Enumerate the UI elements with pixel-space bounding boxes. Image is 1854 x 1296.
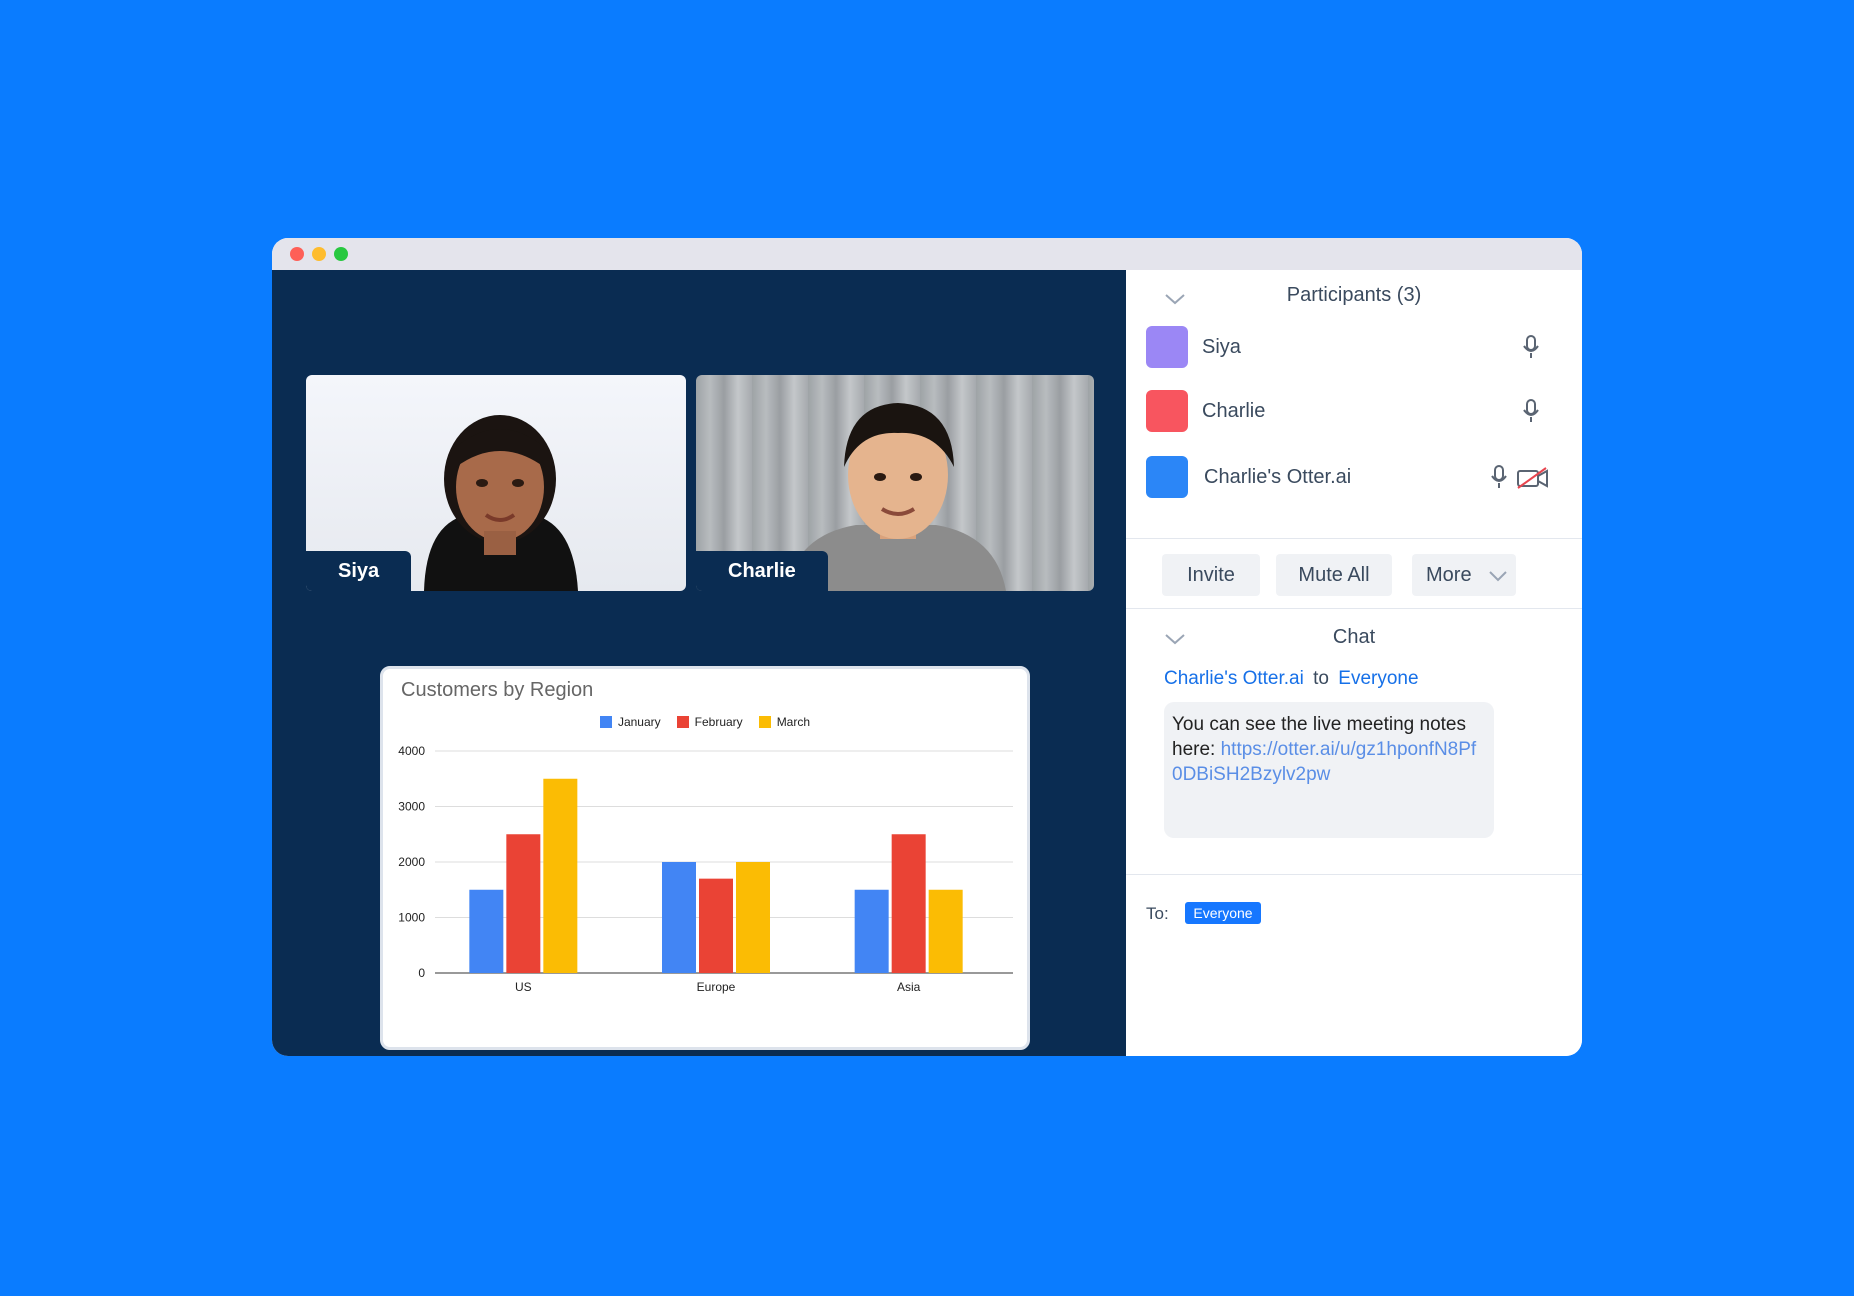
video-off-icon[interactable] bbox=[1516, 466, 1550, 490]
chat-title: Chat bbox=[1332, 626, 1376, 648]
chat-to-row: To: Everyone bbox=[1146, 902, 1261, 924]
chat-recipient-select[interactable]: Everyone bbox=[1185, 902, 1261, 924]
legend-item: February bbox=[676, 715, 743, 729]
bar-january-europe bbox=[662, 862, 696, 973]
participant-row[interactable]: Charlie's Otter.ai bbox=[1146, 456, 1556, 500]
divider bbox=[1126, 608, 1582, 609]
bar-january-us bbox=[469, 889, 504, 973]
participant-row[interactable]: Charlie bbox=[1146, 390, 1556, 434]
chat-to-word: to bbox=[1313, 668, 1329, 689]
minimize-window-button[interactable] bbox=[312, 247, 326, 261]
video-stage: Siya Charlie Customers by Region January… bbox=[272, 270, 1126, 1056]
y-tick-label: 3000 bbox=[398, 800, 425, 814]
chat-message: You can see the live meeting notes here:… bbox=[1164, 702, 1494, 838]
video-tile-charlie[interactable]: Charlie bbox=[696, 375, 1094, 591]
participant-name: Siya bbox=[1202, 336, 1241, 358]
video-tile-siya[interactable]: Siya bbox=[306, 375, 686, 591]
divider bbox=[1126, 538, 1582, 539]
video-tile-name: Charlie bbox=[696, 551, 828, 591]
bar-march-asia bbox=[928, 889, 963, 973]
chevron-down-icon bbox=[1489, 571, 1507, 582]
chat-to-label: To: bbox=[1146, 904, 1169, 923]
chat-recipient[interactable]: Everyone bbox=[1338, 668, 1418, 689]
legend-swatch bbox=[676, 716, 689, 728]
bar-february-asia bbox=[891, 834, 926, 973]
x-tick-label: Asia bbox=[897, 980, 921, 994]
more-label: More bbox=[1426, 564, 1472, 586]
maximize-window-button[interactable] bbox=[334, 247, 348, 261]
participants-title: Participants (3) bbox=[1286, 284, 1422, 306]
chart-legend: January February March bbox=[383, 715, 1027, 729]
more-button[interactable]: More bbox=[1412, 554, 1516, 596]
y-tick-label: 4000 bbox=[398, 744, 425, 758]
bar-march-europe bbox=[736, 862, 770, 973]
chart-title: Customers by Region bbox=[401, 679, 594, 701]
legend-label: March bbox=[776, 715, 811, 729]
avatar bbox=[1146, 326, 1188, 368]
mic-icon[interactable] bbox=[1490, 464, 1508, 490]
bar-march-us bbox=[543, 778, 578, 973]
legend-item: March bbox=[758, 715, 811, 729]
y-tick-label: 0 bbox=[418, 966, 425, 980]
y-tick-label: 2000 bbox=[398, 855, 425, 869]
invite-button[interactable]: Invite bbox=[1162, 554, 1260, 596]
participant-name: Charlie's Otter.ai bbox=[1204, 466, 1352, 488]
avatar bbox=[1146, 390, 1188, 432]
chat-sender[interactable]: Charlie's Otter.ai bbox=[1164, 668, 1304, 689]
mic-icon[interactable] bbox=[1522, 398, 1540, 424]
video-tile-name: Siya bbox=[306, 551, 412, 591]
mute-all-button[interactable]: Mute All bbox=[1276, 554, 1392, 596]
avatar bbox=[1146, 456, 1188, 498]
y-tick-label: 1000 bbox=[398, 911, 425, 925]
shared-screen-chart: Customers by Region January February March… bbox=[380, 666, 1030, 1050]
side-panel: Participants (3) Siya Charlie Charlie's … bbox=[1126, 270, 1582, 1056]
divider bbox=[1126, 874, 1582, 875]
legend-swatch bbox=[758, 716, 771, 728]
legend-item: January bbox=[599, 715, 661, 729]
legend-swatch bbox=[599, 716, 612, 728]
chat-message-meta: Charlie's Otter.ai to Everyone bbox=[1164, 668, 1419, 690]
participant-row[interactable]: Siya bbox=[1146, 326, 1556, 370]
participant-name: Charlie bbox=[1202, 400, 1266, 422]
x-tick-label: US bbox=[515, 980, 532, 994]
mic-icon[interactable] bbox=[1522, 334, 1540, 360]
bar-february-europe bbox=[699, 878, 733, 973]
bar-february-us bbox=[506, 834, 541, 973]
bar-chart: 0 1000 2000 3000 4000 US Europe Asia bbox=[398, 744, 1013, 994]
bar-january-asia bbox=[854, 889, 889, 973]
legend-label: January bbox=[617, 715, 661, 729]
title-bar bbox=[272, 238, 1582, 270]
legend-label: February bbox=[694, 715, 743, 729]
meeting-window: Siya Charlie Customers by Region January… bbox=[272, 238, 1582, 1056]
close-window-button[interactable] bbox=[290, 247, 304, 261]
x-tick-label: Europe bbox=[697, 980, 736, 994]
